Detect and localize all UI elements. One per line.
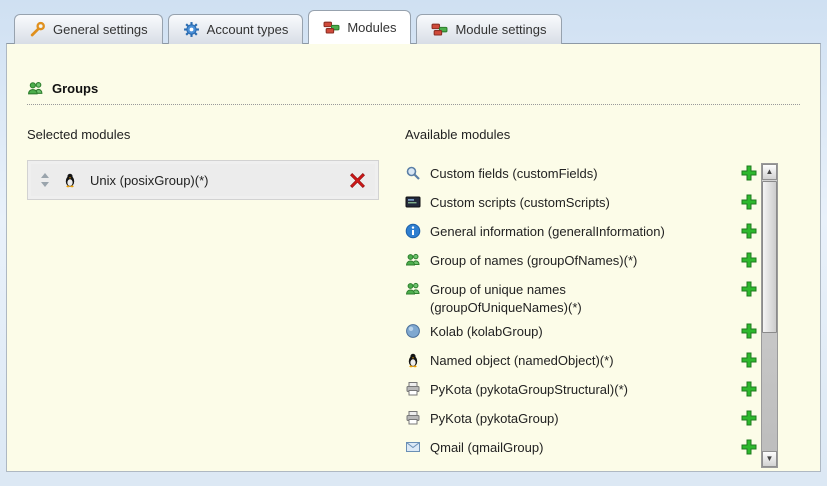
kolab-icon xyxy=(405,323,421,339)
add-module-button[interactable] xyxy=(740,409,757,426)
group-icon xyxy=(405,281,421,297)
available-modules-list: Custom fields (customFields) Custom scri… xyxy=(405,160,757,463)
available-module-row: Qmail (qmailGroup) xyxy=(405,434,757,463)
arrow-up-icon: ▲ xyxy=(766,168,774,176)
available-module-row: Custom fields (customFields) xyxy=(405,160,757,189)
module-label: PyKota (pykotaGroup) xyxy=(430,407,559,428)
modules-icon xyxy=(431,21,448,38)
info-icon xyxy=(405,223,421,239)
group-icon xyxy=(405,252,421,268)
tab-label: Module settings xyxy=(455,22,546,37)
add-module-button[interactable] xyxy=(740,251,757,268)
add-module-button[interactable] xyxy=(740,438,757,455)
module-label: Kolab (kolabGroup) xyxy=(430,320,543,341)
module-label: Unix (posixGroup)(*) xyxy=(90,173,208,188)
module-label: General information (generalInformation) xyxy=(430,220,665,241)
add-module-button[interactable] xyxy=(740,164,757,181)
add-module-button[interactable] xyxy=(740,193,757,210)
available-modules-scrollbar: ▲ ▼ xyxy=(761,163,778,468)
add-module-button[interactable] xyxy=(740,280,757,297)
module-label: Custom scripts (customScripts) xyxy=(430,191,610,212)
tab-label: General settings xyxy=(53,22,148,37)
module-label: Named object (namedObject)(*) xyxy=(430,349,614,370)
add-module-button[interactable] xyxy=(740,351,757,368)
selected-modules-list: Unix (posixGroup)(*) xyxy=(27,160,379,200)
magnifier-icon xyxy=(405,165,421,181)
available-module-row: Group of unique names (groupOfUniqueName… xyxy=(405,276,757,318)
drag-handle-icon[interactable] xyxy=(40,172,50,188)
module-label: Qmail (qmailGroup) xyxy=(430,436,543,457)
remove-module-button[interactable] xyxy=(348,171,366,189)
available-module-row: Group of names (groupOfNames)(*) xyxy=(405,247,757,276)
tab-bar: General settings Account types Modules M… xyxy=(14,10,562,44)
group-icon xyxy=(27,80,44,97)
scrollbar-thumb[interactable] xyxy=(762,181,777,333)
available-module-row: Kolab (kolabGroup) xyxy=(405,318,757,347)
modules-panel: Groups Selected modules Unix (posixGroup… xyxy=(6,43,821,472)
tab-label: Account types xyxy=(207,22,289,37)
script-icon xyxy=(405,194,421,210)
wrench-icon xyxy=(29,21,46,38)
arrow-down-icon: ▼ xyxy=(766,455,774,463)
printer-icon xyxy=(405,381,421,397)
printer-icon xyxy=(405,410,421,426)
module-label: Group of names (groupOfNames)(*) xyxy=(430,249,637,270)
scroll-up-button[interactable]: ▲ xyxy=(762,164,777,180)
section-title: Groups xyxy=(52,81,98,96)
tab-modules[interactable]: Modules xyxy=(308,10,411,44)
module-label: PyKota (pykotaGroupStructural)(*) xyxy=(430,378,628,399)
modules-icon xyxy=(323,19,340,36)
available-modules-heading: Available modules xyxy=(405,127,800,142)
tab-account-types[interactable]: Account types xyxy=(168,14,304,44)
add-module-button[interactable] xyxy=(740,380,757,397)
groups-section-heading: Groups xyxy=(27,80,800,105)
available-modules-column: Available modules Custom fields (customF… xyxy=(405,127,800,463)
mail-icon xyxy=(405,439,421,455)
selected-module-row: Unix (posixGroup)(*) xyxy=(31,164,375,196)
available-module-row: Named object (namedObject)(*) xyxy=(405,347,757,376)
modules-columns: Selected modules Unix (posixGroup)(*) xyxy=(27,127,800,463)
module-label: Custom fields (customFields) xyxy=(430,162,598,183)
available-module-row: PyKota (pykotaGroup) xyxy=(405,405,757,434)
tab-label: Modules xyxy=(347,20,396,35)
scroll-down-button[interactable]: ▼ xyxy=(762,451,777,467)
penguin-icon xyxy=(62,172,78,188)
module-label: Group of unique names (groupOfUniqueName… xyxy=(430,278,692,316)
penguin-icon xyxy=(405,352,421,368)
tab-module-settings[interactable]: Module settings xyxy=(416,14,561,44)
available-module-row: General information (generalInformation) xyxy=(405,218,757,247)
available-module-row: PyKota (pykotaGroupStructural)(*) xyxy=(405,376,757,405)
add-module-button[interactable] xyxy=(740,222,757,239)
available-module-row: Custom scripts (customScripts) xyxy=(405,189,757,218)
gear-icon xyxy=(183,21,200,38)
add-module-button[interactable] xyxy=(740,322,757,339)
tab-general-settings[interactable]: General settings xyxy=(14,14,163,44)
selected-modules-heading: Selected modules xyxy=(27,127,385,142)
selected-modules-column: Selected modules Unix (posixGroup)(*) xyxy=(27,127,385,463)
